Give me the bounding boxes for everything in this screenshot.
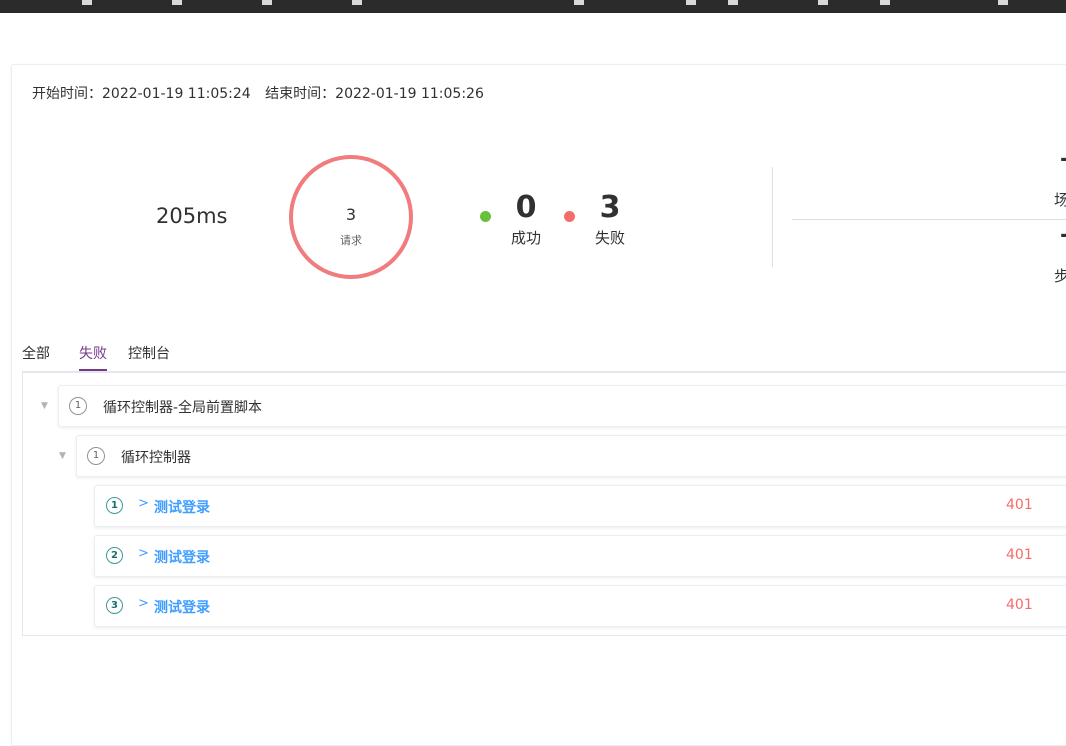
status-code: 401 [1006,497,1033,513]
vertical-divider [772,167,773,267]
result-tree-panel: ▼ 1 循环控制器-全局前置脚本 ▼ 1 循环控制器 1 > 测试登录 401 … [22,373,1066,636]
collapse-caret-icon[interactable]: ▼ [41,401,48,411]
expand-chevron-icon[interactable]: > [138,596,149,611]
tree-node-root[interactable]: 1 循环控制器-全局前置脚本 [58,385,1066,427]
request-name-link[interactable]: 测试登录 [154,497,210,517]
end-time-value: 2022-01-19 11:05:26 [335,86,484,102]
expand-chevron-icon[interactable]: > [138,546,149,561]
request-index-badge: 1 [106,497,123,514]
success-count: 0 [515,190,537,225]
request-index-badge: 2 [106,547,123,564]
request-label: 请求 [340,234,362,247]
start-time-label: 开始时间： [32,86,102,102]
time-row: 开始时间：2022-01-19 11:05:24 结束时间：2022-01-19… [32,83,494,103]
status-code: 401 [1006,597,1033,613]
scenario-label: 场 [1054,191,1066,209]
node-title: 循环控制器-全局前置脚本 [103,400,263,416]
result-tabs: 全部 失败 控制台 [22,343,1066,373]
node-index-badge: 1 [69,397,87,415]
request-count: 3 [345,205,357,224]
total-duration: 205ms [156,204,228,228]
request-name-link[interactable]: 测试登录 [154,597,210,617]
tab-all[interactable]: 全部 [22,343,50,363]
collapse-caret-icon[interactable]: ▼ [59,451,66,461]
success-stat: 0 成功 [508,191,544,248]
expand-chevron-icon[interactable]: > [138,496,149,511]
step-count: - [1060,223,1066,248]
node-title: 循环控制器 [121,450,191,466]
request-index-badge: 3 [106,597,123,614]
scenario-count: - [1060,147,1066,172]
request-row-3[interactable]: 3 > 测试登录 401 [94,585,1066,627]
report-card: 开始时间：2022-01-19 11:05:24 结束时间：2022-01-19… [11,64,1066,746]
tab-failed[interactable]: 失败 [79,343,107,363]
horizontal-divider [792,219,1066,220]
fail-count: 3 [599,190,621,225]
status-code: 401 [1006,547,1033,563]
end-time-label: 结束时间： [265,86,336,102]
start-time-value: 2022-01-19 11:05:24 [102,86,251,102]
request-ring: 3 请求 [289,155,413,279]
request-row-2[interactable]: 2 > 测试登录 401 [94,535,1066,577]
tab-console[interactable]: 控制台 [128,343,170,363]
window-top-bar [0,0,1066,13]
tree-node-child[interactable]: 1 循环控制器 [76,435,1066,477]
fail-stat: 3 失败 [592,191,628,248]
node-index-badge: 1 [87,447,105,465]
success-dot-icon [480,211,491,222]
request-row-1[interactable]: 1 > 测试登录 401 [94,485,1066,527]
success-label: 成功 [510,229,541,247]
request-name-link[interactable]: 测试登录 [154,547,210,567]
step-label: 步 [1054,267,1066,285]
fail-label: 失败 [594,229,625,247]
fail-dot-icon [564,211,575,222]
